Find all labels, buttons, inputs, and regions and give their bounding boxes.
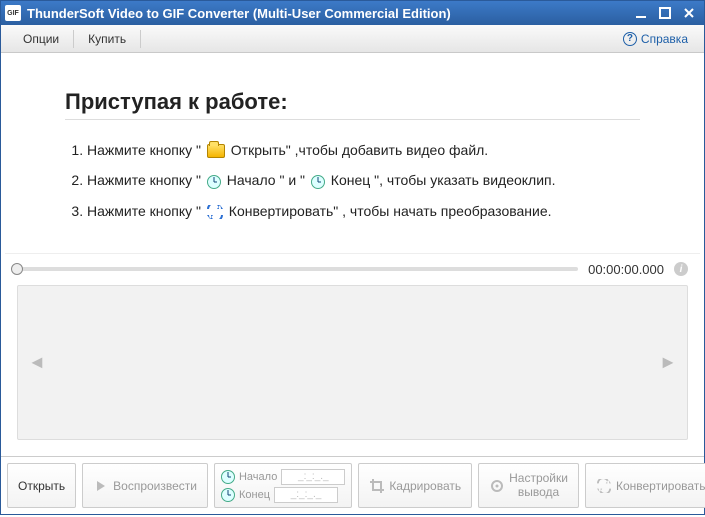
- convert-label: Конвертировать: [616, 479, 705, 493]
- play-icon: [93, 478, 109, 494]
- seek-thumb[interactable]: [11, 263, 23, 275]
- menu-buy[interactable]: Купить: [76, 28, 138, 50]
- crop-button[interactable]: Кадрировать: [358, 463, 472, 508]
- seek-track[interactable]: [17, 267, 578, 271]
- help-icon: ?: [623, 32, 637, 46]
- divider: [65, 119, 640, 120]
- bottom-toolbar: Открыть Воспроизвести Начало _:_:_._ Кон…: [1, 456, 704, 514]
- app-icon: GIF: [5, 5, 21, 21]
- menu-divider: [73, 30, 74, 48]
- intro-step-3: Нажмите кнопку " Конвертировать" , чтобы…: [87, 203, 640, 219]
- title-bar: GIF ThunderSoft Video to GIF Converter (…: [1, 1, 704, 25]
- intro-heading: Приступая к работе:: [65, 89, 640, 115]
- begin-time-field[interactable]: _:_:_._: [281, 469, 345, 485]
- gear-icon: [489, 478, 505, 494]
- begin-label: Начало: [239, 471, 277, 483]
- end-time-field[interactable]: _:_:_._: [274, 487, 338, 503]
- begin-row[interactable]: Начало _:_:_._: [221, 469, 345, 485]
- info-icon[interactable]: i: [674, 262, 688, 276]
- menu-bar: Опции Купить ? Справка: [1, 25, 704, 53]
- crop-icon: [369, 478, 385, 494]
- output-settings-button[interactable]: Настройки вывода: [478, 463, 579, 508]
- convert-icon: [207, 205, 223, 219]
- intro-steps: Нажмите кнопку " Открыть" ,чтобы добавит…: [65, 142, 640, 219]
- intro-step-2: Нажмите кнопку " Начало " и " Конец ", ч…: [87, 172, 640, 188]
- timecode: 00:00:00.000: [588, 262, 664, 277]
- app-window: GIF ThunderSoft Video to GIF Converter (…: [0, 0, 705, 515]
- output-label-1: Настройки: [509, 472, 568, 485]
- play-button[interactable]: Воспроизвести: [82, 463, 208, 508]
- open-label: Открыть: [18, 479, 65, 493]
- thumbnail-strip: ◄ ►: [17, 285, 688, 440]
- play-label: Воспроизвести: [113, 479, 197, 493]
- menu-options[interactable]: Опции: [11, 28, 71, 50]
- end-row[interactable]: Конец _:_:_._: [221, 487, 345, 503]
- window-controls: [630, 5, 700, 21]
- menu-help[interactable]: ? Справка: [617, 28, 694, 50]
- convert-button[interactable]: Конвертировать: [585, 463, 705, 508]
- maximize-button[interactable]: [654, 5, 676, 21]
- range-controls: Начало _:_:_._ Конец _:_:_._: [214, 463, 352, 508]
- menu-help-label: Справка: [641, 32, 688, 46]
- intro-step-1: Нажмите кнопку " Открыть" ,чтобы добавит…: [87, 142, 640, 158]
- strip-prev-icon[interactable]: ◄: [28, 352, 46, 373]
- menu-divider: [140, 30, 141, 48]
- minimize-button[interactable]: [630, 5, 652, 21]
- intro-panel: Приступая к работе: Нажмите кнопку " Отк…: [5, 57, 700, 254]
- strip-next-icon[interactable]: ►: [659, 352, 677, 373]
- crop-label: Кадрировать: [389, 479, 461, 493]
- clock-icon: [207, 175, 221, 189]
- clock-icon: [221, 488, 235, 502]
- clock-icon: [221, 470, 235, 484]
- content-area: Приступая к работе: Нажмите кнопку " Отк…: [1, 53, 704, 456]
- folder-icon: [207, 144, 225, 158]
- end-label: Конец: [239, 489, 270, 501]
- seek-bar: 00:00:00.000 i: [5, 254, 700, 279]
- close-button[interactable]: [678, 5, 700, 21]
- clock-icon: [311, 175, 325, 189]
- open-button[interactable]: Открыть: [7, 463, 76, 508]
- convert-icon: [596, 478, 612, 494]
- window-title: ThunderSoft Video to GIF Converter (Mult…: [27, 6, 630, 21]
- output-label-2: вывода: [509, 486, 568, 499]
